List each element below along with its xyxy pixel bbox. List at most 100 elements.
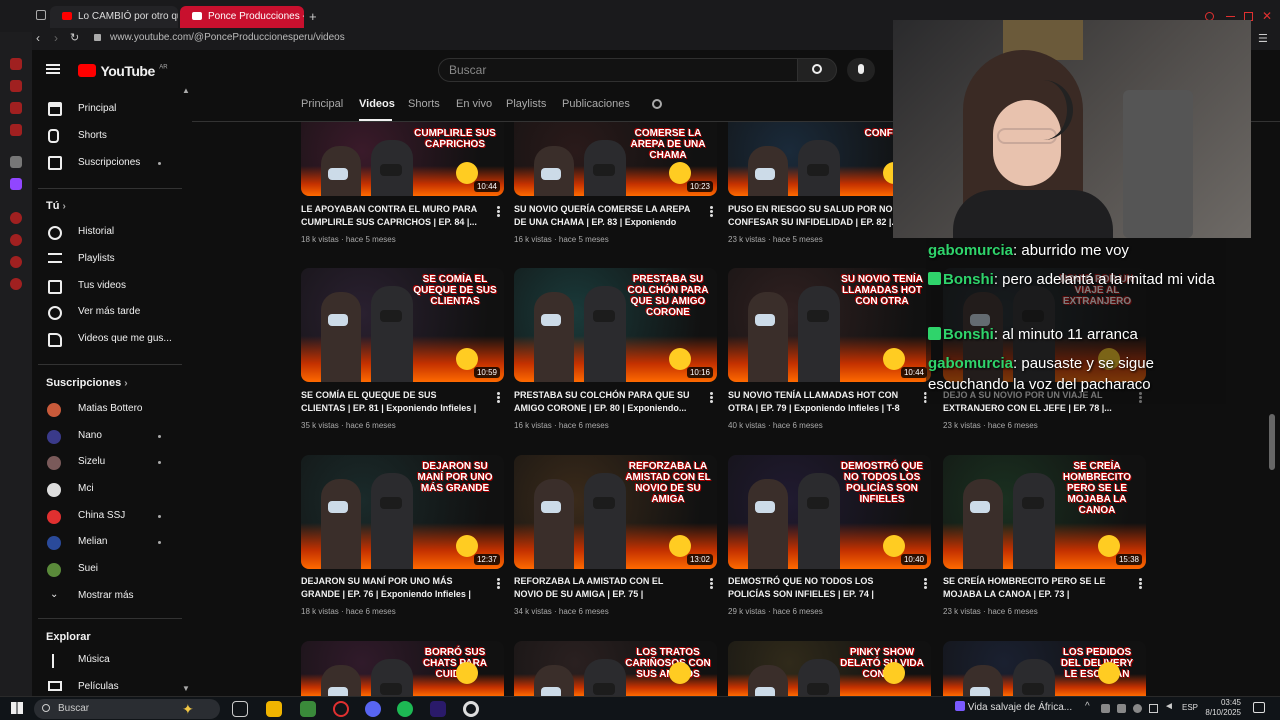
app-icon[interactable] (300, 701, 316, 717)
sidebar-app-icon[interactable] (10, 58, 22, 70)
video-thumbnail[interactable]: COMERSE LA AREPA DE UNA CHAMA 10:23 (514, 122, 717, 196)
taskbar-search[interactable]: Buscar ✦ (34, 699, 220, 719)
you-heading[interactable]: Tú › (46, 200, 66, 212)
reload-icon[interactable]: ↻ (70, 31, 79, 44)
close-button[interactable]: ✕ (1262, 9, 1272, 23)
sidebar-app-icon[interactable] (10, 124, 22, 136)
video-menu-button[interactable] (710, 392, 713, 403)
tab-2[interactable]: Ponce Producciones - Yo (180, 6, 304, 28)
video-title[interactable]: SE COMÍA EL QUEQUE DE SUS CLIENTAS | EP.… (301, 389, 481, 415)
sidebar-item-tus-videos[interactable]: Tus videos (78, 278, 126, 294)
sidebar-item-suscripciones[interactable]: Suscripciones (78, 155, 140, 171)
subscription-item[interactable]: Suei (78, 561, 98, 577)
video-menu-button[interactable] (497, 392, 500, 403)
tab-shorts[interactable]: Shorts (408, 98, 440, 110)
sidebar-item-peliculas[interactable]: Películas (78, 679, 119, 695)
spotify-icon[interactable] (397, 701, 413, 717)
video-title[interactable]: SU NOVIO QUERÍA COMERSE LA AREPA DE UNA … (514, 203, 694, 229)
subscription-item[interactable]: Matias Bottero (78, 401, 142, 417)
search-button[interactable] (797, 58, 837, 82)
search-input[interactable]: Buscar (438, 58, 798, 82)
video-thumbnail[interactable]: LOS TRATOS CARIÑOSOS CON SUS AMIGOS (514, 641, 717, 696)
task-view-icon[interactable] (232, 701, 248, 717)
forward-icon[interactable]: › (54, 31, 58, 45)
video-thumbnail[interactable]: CUMPLIRLE SUS CAPRICHOS 10:44 (301, 122, 504, 196)
clock[interactable]: 03:45 8/10/2025 (1205, 698, 1241, 718)
notifications-icon[interactable] (1253, 702, 1265, 713)
video-thumbnail[interactable]: DEMOSTRÓ QUE NO TODOS LOS POLICÍAS SON I… (728, 455, 931, 569)
tab-playlists[interactable]: Playlists (506, 98, 546, 110)
sidebar-app-icon[interactable] (10, 212, 22, 224)
sidebar-app-icon[interactable] (10, 80, 22, 92)
windows-start-icon[interactable] (11, 702, 23, 714)
video-thumbnail[interactable]: SE COMÍA EL QUEQUE DE SUS CLIENTAS 10:59 (301, 268, 504, 382)
new-tab-button[interactable]: + (309, 9, 317, 24)
video-menu-button[interactable] (924, 578, 927, 589)
sidebar-app-icon[interactable] (10, 156, 22, 168)
tray-icon[interactable] (1101, 704, 1110, 713)
tray-icon[interactable] (1133, 704, 1142, 713)
video-title[interactable]: REFORZABA LA AMISTAD CON EL NOVIO DE SU … (514, 575, 694, 601)
tab-1[interactable]: Lo CAMBIÓ por otro que l (50, 6, 178, 28)
network-icon[interactable] (1149, 704, 1158, 713)
video-title[interactable]: DEJARON SU MANÍ POR UNO MÁS GRANDE | EP.… (301, 575, 481, 601)
chrome-icon[interactable] (463, 701, 479, 717)
sidebar-app-icon[interactable] (10, 102, 22, 114)
tray-chevron-icon[interactable]: ^ (1085, 701, 1090, 712)
youtube-logo[interactable]: YouTube AR (78, 62, 168, 80)
sidebar-app-icon[interactable] (10, 256, 22, 268)
sidebar-app-icon[interactable] (10, 234, 22, 246)
settings-icon[interactable] (10, 278, 22, 290)
video-title[interactable]: DEMOSTRÓ QUE NO TODOS LOS POLICÍAS SON I… (728, 575, 908, 601)
tab-videos[interactable]: Videos (359, 98, 395, 110)
tab-publicaciones[interactable]: Publicaciones (562, 98, 630, 110)
video-menu-button[interactable] (710, 578, 713, 589)
opera-browser-icon[interactable] (333, 701, 349, 717)
video-thumbnail[interactable]: PINKY SHOW DELATÓ SU VIDA CON SU (728, 641, 931, 696)
sidebar-item-musica[interactable]: Música (78, 652, 110, 668)
menu-icon[interactable]: ☰ (1258, 32, 1268, 45)
sidebar-item-ver-mas-tarde[interactable]: Ver más tarde (78, 304, 140, 320)
channel-search-icon[interactable] (652, 99, 662, 109)
video-menu-button[interactable] (497, 578, 500, 589)
video-title[interactable]: LE APOYABAN CONTRA EL MURO PARA CUMPLIRL… (301, 203, 481, 229)
video-title[interactable]: SU NOVIO TENÍA LLAMADAS HOT CON OTRA | E… (728, 389, 908, 415)
page-scrollbar[interactable] (1269, 414, 1275, 470)
video-menu-button[interactable] (1139, 578, 1142, 589)
sidebar-item-shorts[interactable]: Shorts (78, 128, 107, 144)
video-thumbnail[interactable]: BORRÓ SUS CHATS PARA CUIDAR (301, 641, 504, 696)
tab-en-vivo[interactable]: En vivo (456, 98, 492, 110)
video-title[interactable]: PUSO EN RIESGO SU SALUD POR NO CONFESAR … (728, 203, 908, 229)
voice-search-button[interactable] (847, 58, 875, 82)
subscription-item[interactable]: China SSJ (78, 508, 125, 524)
scroll-down-arrow-icon[interactable]: ▼ (182, 684, 190, 693)
video-thumbnail[interactable]: SU NOVIO TENÍA LLAMADAS HOT CON OTRA 10:4… (728, 268, 931, 382)
language-indicator[interactable]: ESP (1182, 703, 1198, 712)
discord-icon[interactable] (365, 701, 381, 717)
video-thumbnail[interactable]: LOS PEDIDOS DEL DELIVERY LE ESCABAN (943, 641, 1146, 696)
video-title[interactable]: PRESTABA SU COLCHÓN PARA QUE SU AMIGO CO… (514, 389, 694, 415)
subscription-item[interactable]: Nano (78, 428, 102, 444)
tray-icon[interactable] (1117, 704, 1126, 713)
video-thumbnail[interactable]: PRESTABA SU COLCHÓN PARA QUE SU AMIGO CO… (514, 268, 717, 382)
video-thumbnail[interactable]: DEJARON SU MANÍ POR UNO MÁS GRANDE 12:37 (301, 455, 504, 569)
premiere-icon[interactable] (430, 701, 446, 717)
sidebar-item-playlists[interactable]: Playlists (78, 251, 115, 267)
video-thumbnail[interactable]: REFORZABA LA AMISTAD CON EL NOVIO DE SU … (514, 455, 717, 569)
show-more-button[interactable]: Mostrar más (78, 588, 134, 604)
video-menu-button[interactable] (710, 206, 713, 217)
tab-principal[interactable]: Principal (301, 98, 343, 110)
video-thumbnail[interactable]: SE CREÍA HOMBRECITO PERO SE LE MOJABA LA… (943, 455, 1146, 569)
workspaces-icon[interactable] (36, 10, 46, 20)
sidebar-item-videos-que-me-gustan[interactable]: Videos que me gus... (78, 331, 172, 347)
volume-icon[interactable]: ◄ (1164, 701, 1174, 712)
subscriptions-heading[interactable]: Suscripciones › (46, 377, 128, 389)
hamburger-menu-icon[interactable] (46, 64, 60, 74)
video-menu-button[interactable] (497, 206, 500, 217)
twitch-icon[interactable] (10, 178, 22, 190)
back-icon[interactable]: ‹ (36, 31, 40, 45)
sidebar-item-principal[interactable]: Principal (78, 101, 116, 117)
minimize-button[interactable] (1226, 16, 1235, 17)
subscription-item[interactable]: Melian (78, 534, 107, 550)
video-title[interactable]: SE CREÍA HOMBRECITO PERO SE LE MOJABA LA… (943, 575, 1123, 601)
